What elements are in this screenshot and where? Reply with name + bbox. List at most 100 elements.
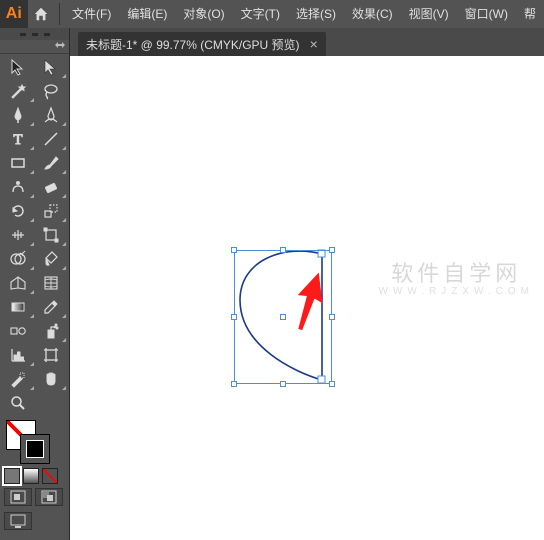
menu-item[interactable]: 帮 — [516, 0, 544, 28]
paintbrush-tool[interactable] — [35, 151, 68, 175]
stroke-swatch[interactable] — [20, 434, 50, 464]
rotate-tool[interactable] — [2, 199, 35, 223]
symbol-sprayer-tool[interactable] — [35, 319, 68, 343]
panel-collapse-button[interactable] — [0, 40, 69, 54]
shaper-tool[interactable] — [2, 175, 35, 199]
submenu-indicator-icon — [30, 242, 34, 246]
width-tool[interactable] — [2, 223, 35, 247]
rotate-icon — [9, 202, 27, 220]
slice-icon — [9, 370, 27, 388]
draw-mode-row — [0, 486, 69, 512]
eraser-icon — [42, 178, 60, 196]
draw-behind-button[interactable] — [35, 488, 63, 506]
submenu-indicator-icon — [30, 290, 34, 294]
curvature-tool[interactable] — [35, 103, 68, 127]
bbox-handle[interactable] — [329, 381, 335, 387]
submenu-indicator-icon — [30, 122, 34, 126]
home-button[interactable] — [28, 0, 56, 28]
submenu-indicator-icon — [62, 386, 66, 390]
blend-tool[interactable] — [2, 319, 35, 343]
submenu-indicator-icon — [62, 266, 66, 270]
perspective-icon — [9, 274, 27, 292]
shape-builder-tool[interactable] — [2, 247, 35, 271]
bbox-handle[interactable] — [231, 247, 237, 253]
fill-stroke-control[interactable] — [0, 416, 69, 466]
screen-mode-icon — [10, 514, 26, 528]
cursor-icon — [9, 58, 27, 76]
submenu-indicator-icon — [62, 170, 66, 174]
bbox-handle[interactable] — [280, 381, 286, 387]
hand-tool[interactable] — [35, 367, 68, 391]
submenu-indicator-icon — [62, 122, 66, 126]
mesh-icon — [42, 274, 60, 292]
livepaint-icon — [42, 250, 60, 268]
free-transform-tool[interactable] — [35, 223, 68, 247]
tools-panel — [0, 28, 70, 540]
slice-tool[interactable] — [2, 367, 35, 391]
color-mode-none[interactable] — [42, 468, 58, 484]
column-graph-tool[interactable] — [2, 343, 35, 367]
menu-item[interactable]: 文字(T) — [233, 0, 288, 28]
line-tool[interactable] — [35, 127, 68, 151]
menu-item[interactable]: 效果(C) — [344, 0, 401, 28]
swap-fill-stroke-icon[interactable] — [40, 420, 50, 430]
graph-icon — [9, 346, 27, 364]
lasso-icon — [42, 82, 60, 100]
blend-icon — [9, 322, 27, 340]
canvas-column: 未标题-1* @ 99.77% (CMYK/GPU 预览) × 软件自学网 WW… — [70, 28, 544, 540]
menu-item[interactable]: 对象(O) — [175, 0, 232, 28]
perspective-grid-tool[interactable] — [2, 271, 35, 295]
bbox-handle[interactable] — [280, 247, 286, 253]
panel-grip[interactable] — [0, 28, 69, 40]
transform-icon — [42, 226, 60, 244]
divider — [59, 3, 60, 25]
bbox-center[interactable] — [280, 314, 286, 320]
bbox-handle[interactable] — [329, 314, 335, 320]
menu-item[interactable]: 视图(V) — [401, 0, 457, 28]
document-tab-label: 未标题-1* @ 99.77% (CMYK/GPU 预览) — [86, 36, 300, 53]
bbox-handle[interactable] — [231, 314, 237, 320]
canvas-area[interactable]: 软件自学网 WWW.RJZXW.COM — [70, 56, 544, 540]
menu-item[interactable]: 编辑(E) — [119, 0, 175, 28]
submenu-indicator-icon — [30, 314, 34, 318]
submenu-indicator-icon — [30, 218, 34, 222]
scale-tool[interactable] — [35, 199, 68, 223]
cursor-white-icon — [42, 58, 60, 76]
zoom-tool[interactable] — [2, 391, 35, 415]
screen-mode-button[interactable] — [4, 512, 32, 530]
menu-item[interactable]: 窗口(W) — [457, 0, 516, 28]
eraser-tool[interactable] — [35, 175, 68, 199]
artboard-tool[interactable] — [35, 343, 68, 367]
menu-item[interactable]: 选择(S) — [288, 0, 344, 28]
submenu-indicator-icon — [30, 98, 34, 102]
submenu-indicator-icon — [30, 386, 34, 390]
pen-icon — [9, 106, 27, 124]
lasso-tool[interactable] — [35, 79, 68, 103]
mesh-tool[interactable] — [35, 271, 68, 295]
gradient-tool[interactable] — [2, 295, 35, 319]
line-icon — [42, 130, 60, 148]
color-mode-gradient[interactable] — [23, 468, 39, 484]
draw-normal-button[interactable] — [4, 488, 32, 506]
pen-tool[interactable] — [2, 103, 35, 127]
direct-selection-tool[interactable] — [35, 55, 68, 79]
color-mode-solid[interactable] — [4, 468, 20, 484]
submenu-indicator-icon — [62, 146, 66, 150]
submenu-indicator-icon — [62, 242, 66, 246]
bbox-handle[interactable] — [329, 247, 335, 253]
gradient-icon — [9, 298, 27, 316]
default-fill-stroke-icon[interactable] — [6, 454, 16, 464]
rectangle-tool[interactable] — [2, 151, 35, 175]
menu-item[interactable]: 文件(F) — [64, 0, 119, 28]
double-arrow-icon — [55, 42, 65, 52]
document-tab[interactable]: 未标题-1* @ 99.77% (CMYK/GPU 预览) × — [78, 32, 326, 56]
eyedropper-tool[interactable] — [35, 295, 68, 319]
live-paint-tool[interactable] — [35, 247, 68, 271]
selection-tool[interactable] — [2, 55, 35, 79]
artboard-icon — [42, 346, 60, 364]
rect-icon — [9, 154, 27, 172]
type-tool[interactable] — [2, 127, 35, 151]
bbox-handle[interactable] — [231, 381, 237, 387]
magic-wand-tool[interactable] — [2, 79, 35, 103]
tab-close-button[interactable]: × — [310, 36, 318, 52]
